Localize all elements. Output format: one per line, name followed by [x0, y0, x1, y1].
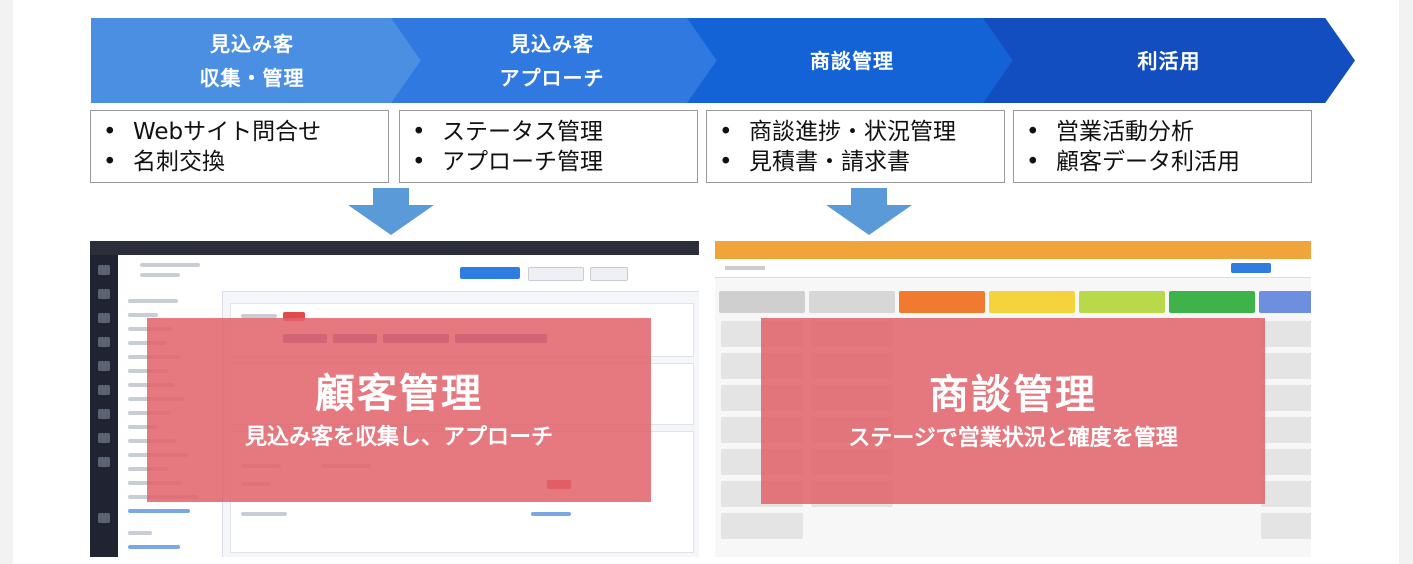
list-item: • 営業活動分析: [1026, 117, 1311, 147]
step-chevron-lead-approach: 見込み客 アプローチ: [391, 18, 721, 103]
deal-card[interactable]: [1261, 417, 1311, 443]
crm-topbar: [90, 241, 699, 255]
deal-card[interactable]: [1261, 449, 1311, 475]
deal-toolbar: [715, 259, 1311, 278]
nav-icon: [98, 313, 110, 323]
detail-text: 営業活動分析: [1056, 119, 1194, 145]
list-item: • 名刺交換: [103, 147, 388, 177]
filter-placeholder[interactable]: [725, 266, 765, 270]
step-label-line1: 見込み客: [210, 31, 294, 56]
detail-box-utilization: • 営業活動分析 • 顧客データ利活用: [1013, 110, 1312, 183]
nav-icon: [98, 433, 110, 443]
nav-icon: [98, 265, 110, 275]
overlay-title: 顧客管理: [315, 371, 483, 417]
step-chevron-lead-collection: 見込み客 収集・管理: [91, 18, 421, 103]
nav-icon: [98, 337, 110, 347]
step-label-line2: アプローチ: [499, 65, 605, 90]
bullet: •: [103, 149, 117, 175]
overlay-subtitle: ステージで営業状況と確度を管理: [848, 426, 1178, 451]
bullet: •: [412, 149, 426, 175]
detail-text: 顧客データ利活用: [1056, 149, 1240, 175]
bullet: •: [1026, 149, 1040, 175]
list-item[interactable]: [128, 531, 152, 535]
overlay-title: 商談管理: [929, 372, 1097, 418]
deal-topbar: [715, 241, 1311, 259]
list-item[interactable]: [128, 299, 178, 303]
detail-text: ステータス管理: [442, 119, 603, 145]
edit-button[interactable]: [590, 267, 628, 281]
deal-card[interactable]: [1261, 481, 1311, 507]
list-item: • ステータス管理: [412, 117, 697, 147]
record-subtitle-placeholder: [140, 273, 180, 277]
pipeline-stage-column[interactable]: [899, 291, 985, 313]
next-step-button[interactable]: [528, 267, 584, 281]
nav-icon: [98, 385, 110, 395]
field-label: [241, 512, 287, 516]
step-chevron-deal-management: 商談管理: [687, 18, 1017, 103]
detail-text: 商談進捗・状況管理: [749, 119, 956, 145]
step-label-line1: 利活用: [1137, 48, 1201, 73]
bullet: •: [412, 119, 426, 145]
list-item[interactable]: [128, 545, 180, 549]
list-item: • Webサイト問合せ: [103, 117, 388, 147]
nav-icon: [98, 361, 110, 371]
step-label-line2: 収集・管理: [199, 65, 305, 90]
list-item: • 見積書・請求書: [719, 147, 1004, 177]
deal-card[interactable]: [721, 513, 803, 539]
send-mail-button[interactable]: [460, 267, 520, 279]
pipeline-stage-column[interactable]: [989, 291, 1075, 313]
list-item[interactable]: [128, 313, 158, 317]
crm-record-header: [118, 255, 699, 292]
detail-box-deal-management: • 商談進捗・状況管理 • 見積書・請求書: [706, 110, 1005, 183]
nav-icon: [98, 409, 110, 419]
list-item: • アプローチ管理: [412, 147, 697, 177]
detail-text: 名刺交換: [133, 149, 225, 175]
step-label-line1: 見込み客: [510, 31, 594, 56]
bullet: •: [103, 119, 117, 145]
list-item[interactable]: [128, 509, 190, 513]
detail-box-lead-collection: • Webサイト問合せ • 名刺交換: [90, 110, 389, 183]
step-chevron-utilization: 利活用: [983, 18, 1355, 103]
bullet: •: [1026, 119, 1040, 145]
detail-text: 見積書・請求書: [749, 149, 910, 175]
deal-management-overlay: 商談管理 ステージで営業状況と確度を管理: [761, 318, 1265, 504]
pipeline-stage-column[interactable]: [719, 291, 805, 313]
deal-card[interactable]: [1261, 513, 1311, 539]
deal-card[interactable]: [1261, 385, 1311, 411]
down-arrow-icon: [348, 188, 434, 235]
nav-icon: [98, 457, 110, 467]
customer-management-overlay: 顧客管理 見込み客を収集し、アプローチ: [147, 318, 651, 502]
step-label-line1: 商談管理: [810, 48, 894, 73]
create-deal-button[interactable]: [1231, 263, 1271, 273]
pipeline-stage-column[interactable]: [1079, 291, 1165, 313]
nav-icon: [98, 513, 110, 523]
pipeline-stage-column[interactable]: [1259, 291, 1311, 313]
record-title-placeholder: [140, 263, 200, 267]
list-item: • 顧客データ利活用: [1026, 147, 1311, 177]
deal-card[interactable]: [1261, 321, 1311, 347]
down-arrow-icon: [826, 188, 912, 235]
overlay-subtitle: 見込み客を収集し、アプローチ: [244, 425, 553, 450]
field-value[interactable]: [531, 512, 571, 516]
detail-box-lead-approach: • ステータス管理 • アプローチ管理: [399, 110, 698, 183]
bullet: •: [719, 119, 733, 145]
list-item: • 商談進捗・状況管理: [719, 117, 1004, 147]
pipeline-stage-column[interactable]: [1169, 291, 1255, 313]
detail-text: アプローチ管理: [442, 149, 603, 175]
bullet: •: [719, 149, 733, 175]
pipeline-stage-column[interactable]: [809, 291, 895, 313]
nav-icon: [98, 289, 110, 299]
crm-left-nav: [90, 255, 118, 557]
slide-canvas: 見込み客 収集・管理 見込み客 アプローチ 商談管理 利活用 • Webサイト問合…: [13, 0, 1399, 564]
detail-text: Webサイト問合せ: [133, 119, 322, 145]
deal-card[interactable]: [1261, 353, 1311, 379]
